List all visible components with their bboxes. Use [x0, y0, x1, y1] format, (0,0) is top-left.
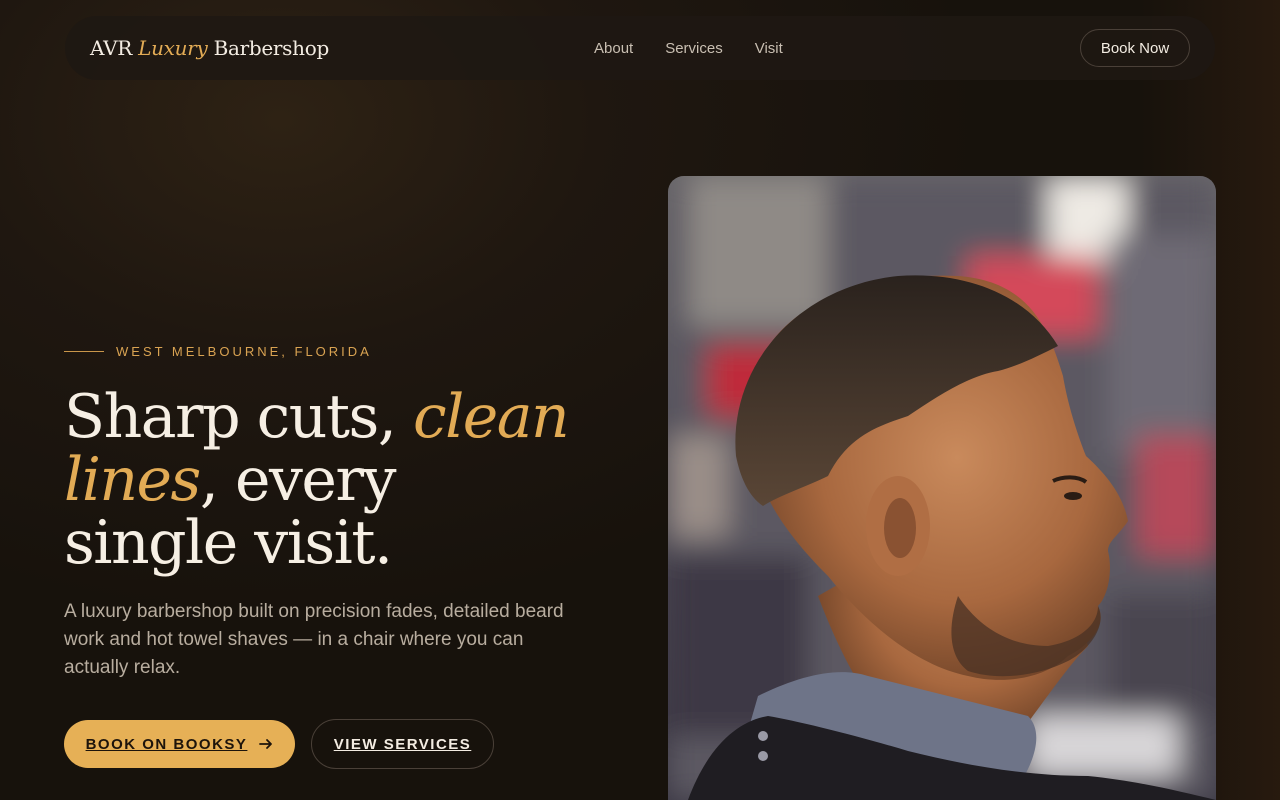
hero-photo	[668, 176, 1216, 800]
hero-subtext: A luxury barbershop built on precision f…	[64, 601, 564, 678]
eyebrow-divider	[64, 351, 104, 352]
logo-accent: Luxury	[138, 36, 208, 60]
top-nav: AVR Luxury Barbershop About Services Vis…	[65, 16, 1215, 80]
nav-links: About Services Visit	[594, 40, 783, 57]
hero-headline: Sharp cuts, clean lines, every single vi…	[64, 386, 584, 575]
logo[interactable]: AVR Luxury Barbershop	[90, 36, 329, 60]
barber-client-photo	[668, 176, 1216, 800]
nav-link-visit[interactable]: Visit	[755, 40, 783, 57]
location-label: WEST MELBOURNE, FLORIDA	[116, 344, 372, 359]
nav-link-about[interactable]: About	[594, 40, 633, 57]
logo-suffix: Barbershop	[213, 36, 330, 60]
book-now-button[interactable]: Book Now	[1080, 29, 1190, 67]
headline-part1: Sharp cuts,	[64, 382, 413, 452]
book-on-booksy-label: BOOK ON BOOKSY	[85, 735, 248, 753]
arrow-right-icon	[259, 739, 273, 749]
eyebrow: WEST MELBOURNE, FLORIDA	[64, 344, 372, 359]
logo-prefix: AVR	[90, 36, 133, 60]
view-services-button[interactable]: VIEW SERVICES	[311, 719, 494, 769]
book-on-booksy-button[interactable]: BOOK ON BOOKSY	[64, 720, 295, 768]
nav-link-services[interactable]: Services	[665, 40, 723, 57]
